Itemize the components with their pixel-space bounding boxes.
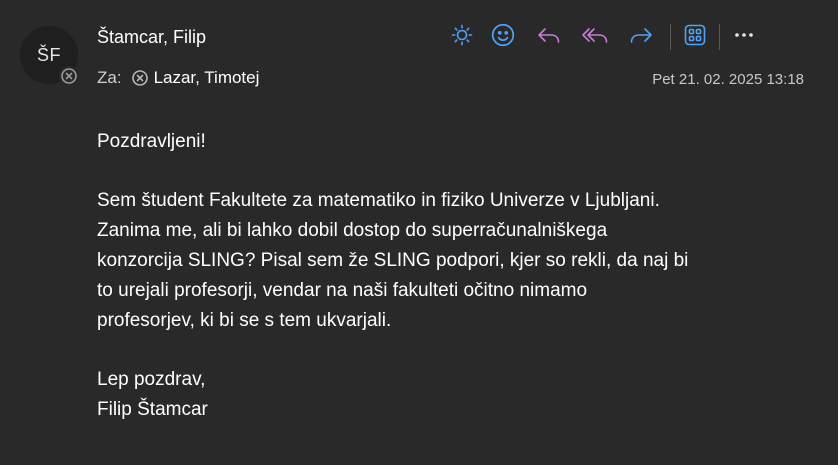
emoji-reaction-button[interactable] <box>480 22 526 52</box>
forward-button[interactable] <box>618 22 664 52</box>
recipients-row: Za: Lazar, Timotej <box>97 67 259 89</box>
message-closing: Lep pozdrav, <box>97 369 206 390</box>
recipient-chip[interactable]: Lazar, Timotej <box>131 67 260 89</box>
reply-button[interactable] <box>526 22 572 52</box>
message-line: Sem študent Fakultete za matematiko in f… <box>97 190 660 211</box>
avatar-initials: ŠF <box>36 44 61 65</box>
message-body: Pozdravljeni! Sem študent Fakultete za m… <box>97 127 797 425</box>
message-line: to urejali profesorji, vendar na naši fa… <box>97 280 588 301</box>
more-icon <box>732 23 756 52</box>
message-line: konzorcija SLING? Pisal sem že SLING pod… <box>97 250 689 271</box>
brightness-button[interactable] <box>444 22 480 52</box>
message-line: profesorjev, ki bi se s tem ukvarjali. <box>97 310 392 331</box>
message-signature: Filip Štamcar <box>97 399 208 420</box>
apps-button[interactable] <box>677 22 713 52</box>
apps-icon <box>683 23 707 52</box>
more-actions-button[interactable] <box>726 22 762 52</box>
message-toolbar <box>444 22 762 52</box>
message-greeting: Pozdravljeni! <box>97 131 206 152</box>
message-line: Zanima me, ali bi lahko dobil dostop do … <box>97 220 608 241</box>
brightness-icon <box>450 23 474 52</box>
presence-offline-icon <box>59 66 79 86</box>
forward-icon <box>628 23 654 52</box>
reply-all-button[interactable] <box>572 22 618 52</box>
presence-offline-icon <box>131 70 148 86</box>
message-date: Pet 21. 02. 2025 13:18 <box>652 71 804 88</box>
sender-name[interactable]: Štamcar, Filip <box>97 26 206 48</box>
toolbar-divider <box>670 24 671 50</box>
email-reading-pane: ŠF Štamcar, Filip Za: Lazar, Timotej Pet… <box>0 0 838 465</box>
recipient-name: Lazar, Timotej <box>153 68 260 87</box>
toolbar-divider <box>719 24 720 50</box>
to-label: Za: <box>97 68 122 87</box>
reply-all-icon <box>581 23 609 52</box>
emoji-icon <box>490 22 516 53</box>
reply-icon <box>536 23 562 52</box>
